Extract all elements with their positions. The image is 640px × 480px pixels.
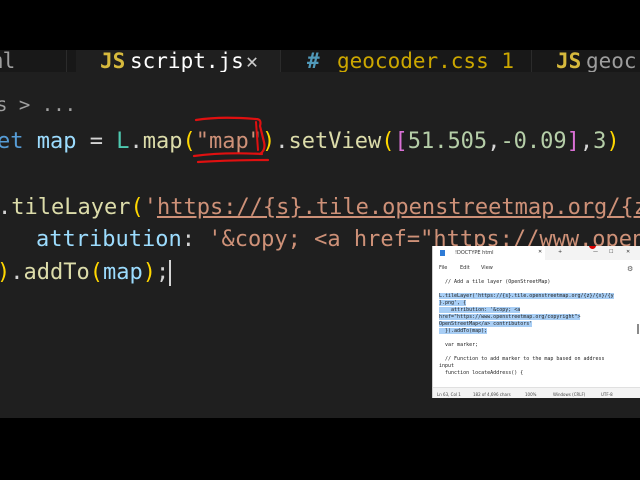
notepad-statusbar: Ln 63, Col 1 182 of 4,696 chars 100% Win…	[433, 387, 640, 398]
menu-view[interactable]: View	[481, 265, 493, 271]
notepad-titlebar: !DOCTYPE html ✕ + — ☐ ✕	[433, 246, 640, 260]
editor-tab-bar: ml JS script.js ✕ # geocoder.css 1 JS ge…	[0, 50, 640, 72]
notepad-menubar: File Edit View ⚙	[433, 260, 640, 274]
notepad-text-line: function locateAddress() {	[439, 370, 524, 376]
notepad-text-line: }.png', {	[439, 300, 467, 306]
notepad-tab-title: !DOCTYPE html	[455, 250, 494, 256]
notepad-text-line: attribution: '&copy; <a	[439, 307, 521, 313]
code-line-tile-layer: .tileLayer('https://{s}.tile.openstreetm…	[0, 193, 640, 223]
notepad-text-line: input	[439, 363, 455, 369]
notepad-text-line: // Add a tile layer (OpenStreetMap)	[439, 279, 551, 285]
notepad-window[interactable]: !DOCTYPE html ✕ + — ☐ ✕ File Edit View ⚙…	[432, 246, 640, 398]
notepad-text-line: OpenStreetMap</a> contributors'	[439, 321, 533, 327]
status-position: Ln 63, Col 1	[437, 392, 461, 397]
gear-icon[interactable]: ⚙	[627, 265, 633, 273]
js-file-icon: JS	[100, 50, 126, 72]
status-char-count: 182 of 4,696 chars	[473, 392, 511, 397]
notepad-text-line	[439, 349, 635, 356]
status-line-ending: Windows (CRLF)	[553, 392, 586, 397]
url-link[interactable]: https://{s}.tile.openstreetmap.org/{z	[157, 195, 640, 220]
code-line-map-init: et map = L.map("map").setView([51.505,-0…	[0, 129, 620, 154]
notepad-text-line: L.tileLayer('https://{s}.tile.openstreet…	[439, 293, 614, 299]
notepad-icon	[440, 250, 445, 256]
notepad-text-area[interactable]: // Add a tile layer (OpenStreetMap) L.ti…	[439, 279, 635, 377]
menu-file[interactable]: File	[439, 265, 447, 271]
close-icon[interactable]: ✕	[246, 50, 258, 72]
notepad-text-line: // Function to add marker to the map bas…	[439, 356, 605, 362]
notepad-text-line: href="https://www.openstreetmap.org/copy…	[439, 314, 581, 320]
notepad-tab[interactable]: !DOCTYPE html ✕	[433, 246, 545, 260]
code-editor[interactable]: ml JS script.js ✕ # geocoder.css 1 JS ge…	[0, 50, 640, 418]
notepad-text-line: var marker;	[439, 342, 479, 348]
tab-label: geocoder.css 1	[337, 50, 515, 72]
notepad-text-line	[439, 286, 635, 293]
status-zoom: 100%	[525, 392, 537, 397]
css-file-icon: #	[307, 50, 320, 72]
minimize-button[interactable]: —	[593, 249, 598, 255]
js-file-icon: JS	[556, 50, 582, 72]
close-icon[interactable]: ✕	[538, 249, 542, 255]
video-letterbox-bottom	[0, 418, 640, 480]
notepad-text-line	[439, 335, 635, 342]
red-annotation-scribble	[192, 116, 270, 164]
text-cursor	[169, 260, 172, 286]
tab-geocoder-css[interactable]: # geocoder.css 1	[281, 50, 532, 72]
tab-script-js[interactable]: JS script.js ✕	[76, 50, 281, 72]
code-line-add-to: ).addTo(map);	[0, 260, 172, 286]
tab-label: script.js	[130, 50, 244, 72]
tab-label: geoc	[586, 50, 637, 72]
code-content[interactable]: et map = L.map("map").setView([51.505,-0…	[0, 50, 640, 286]
video-letterbox-top	[0, 0, 640, 50]
notepad-text-line: }).addTo(map);	[439, 328, 488, 334]
maximize-button[interactable]: ☐	[609, 249, 613, 255]
window-close-button[interactable]: ✕	[626, 249, 630, 255]
status-encoding: UTF-8	[601, 392, 613, 397]
menu-edit[interactable]: Edit	[460, 265, 470, 271]
new-tab-button[interactable]: +	[558, 249, 562, 255]
scrollbar-thumb[interactable]	[637, 324, 639, 334]
tab-geocoder-js[interactable]: JS geoc	[532, 50, 640, 72]
